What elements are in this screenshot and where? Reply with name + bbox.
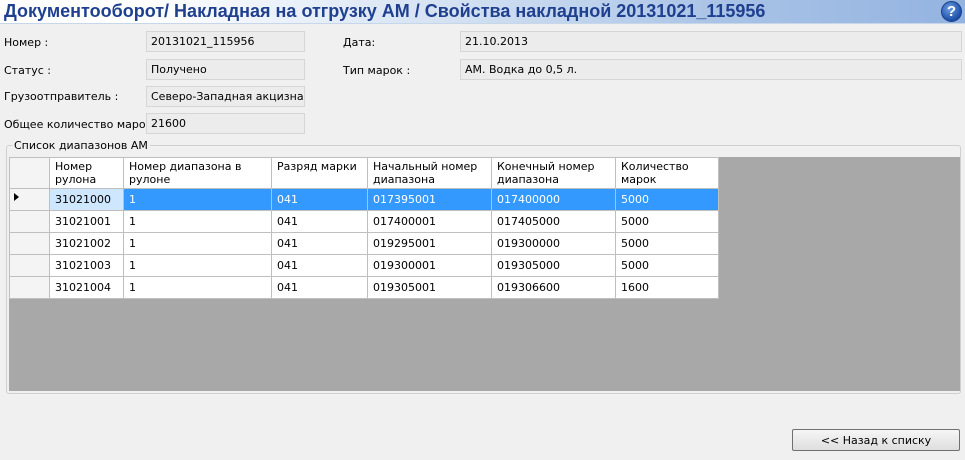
total-stamps-field: 21600 bbox=[146, 113, 305, 134]
column-header-end-number[interactable]: Конечный номер диапазона bbox=[491, 157, 616, 189]
cell-start-number[interactable]: 017395001 bbox=[367, 188, 492, 211]
row-header-corner bbox=[9, 157, 50, 189]
cell-stamp-count[interactable]: 1600 bbox=[615, 276, 719, 299]
cell-range-in-roll[interactable]: 1 bbox=[123, 276, 272, 299]
table-row[interactable]: 31021000 1 041 017395001 017400000 5000 bbox=[9, 188, 719, 211]
cell-range-in-roll[interactable]: 1 bbox=[123, 210, 272, 233]
cell-start-number[interactable]: 019295001 bbox=[367, 232, 492, 255]
number-field: 20131021_115956 bbox=[146, 31, 305, 52]
cell-roll-number[interactable]: 31021002 bbox=[49, 232, 124, 255]
ranges-group-caption: Список диапазонов АМ bbox=[12, 139, 150, 152]
stamp-type-field: АМ. Водка до 0,5 л. bbox=[460, 59, 962, 80]
stamp-type-label: Тип марок : bbox=[343, 64, 411, 77]
cell-stamp-count[interactable]: 5000 bbox=[615, 210, 719, 233]
row-selector[interactable] bbox=[9, 232, 50, 255]
cell-roll-number[interactable]: 31021001 bbox=[49, 210, 124, 233]
cell-range-in-roll[interactable]: 1 bbox=[123, 188, 272, 211]
cell-start-number[interactable]: 019300001 bbox=[367, 254, 492, 277]
cell-end-number[interactable]: 019305000 bbox=[491, 254, 616, 277]
shipper-field: Северо-Западная акцизная та bbox=[146, 86, 305, 107]
column-header-stamp-digit[interactable]: Разряд марки bbox=[271, 157, 368, 189]
current-row-arrow-icon bbox=[14, 193, 19, 201]
cell-roll-number[interactable]: 31021000 bbox=[49, 188, 124, 211]
row-selector[interactable] bbox=[9, 210, 50, 233]
row-selector[interactable] bbox=[9, 254, 50, 277]
cell-stamp-count[interactable]: 5000 bbox=[615, 188, 719, 211]
page-title: Документооборот/ Накладная на отгрузку А… bbox=[4, 1, 766, 21]
column-header-start-number[interactable]: Начальный номер диапазона bbox=[367, 157, 492, 189]
cell-start-number[interactable]: 017400001 bbox=[367, 210, 492, 233]
date-label: Дата: bbox=[343, 36, 376, 49]
cell-stamp-digit[interactable]: 041 bbox=[271, 210, 368, 233]
date-field: 21.10.2013 bbox=[460, 31, 962, 52]
column-header-range-in-roll[interactable]: Номер диапазона в рулоне bbox=[123, 157, 272, 189]
shipper-label: Грузоотправитель : bbox=[4, 90, 119, 103]
table-row[interactable]: 31021004 1 041 019305001 019306600 1600 bbox=[9, 276, 719, 299]
cell-end-number[interactable]: 019306600 bbox=[491, 276, 616, 299]
cell-stamp-digit[interactable]: 041 bbox=[271, 232, 368, 255]
row-selector[interactable] bbox=[9, 276, 50, 299]
table-row[interactable]: 31021002 1 041 019295001 019300000 5000 bbox=[9, 232, 719, 255]
row-selector[interactable] bbox=[9, 188, 50, 211]
title-bar: Документооборот/ Накладная на отгрузку А… bbox=[0, 0, 965, 24]
table-row[interactable]: 31021001 1 041 017400001 017405000 5000 bbox=[9, 210, 719, 233]
cell-roll-number[interactable]: 31021004 bbox=[49, 276, 124, 299]
cell-end-number[interactable]: 017400000 bbox=[491, 188, 616, 211]
cell-stamp-count[interactable]: 5000 bbox=[615, 254, 719, 277]
cell-stamp-count[interactable]: 5000 bbox=[615, 232, 719, 255]
cell-roll-number[interactable]: 31021003 bbox=[49, 254, 124, 277]
cell-range-in-roll[interactable]: 1 bbox=[123, 254, 272, 277]
ranges-table: Номер рулона Номер диапазона в рулоне Ра… bbox=[9, 157, 719, 299]
table-row[interactable]: 31021003 1 041 019300001 019305000 5000 bbox=[9, 254, 719, 277]
column-header-roll-number[interactable]: Номер рулона bbox=[49, 157, 124, 189]
cell-end-number[interactable]: 017405000 bbox=[491, 210, 616, 233]
help-icon[interactable]: ? bbox=[941, 1, 962, 22]
number-label: Номер : bbox=[4, 36, 49, 49]
cell-range-in-roll[interactable]: 1 bbox=[123, 232, 272, 255]
column-header-stamp-count[interactable]: Количество марок bbox=[615, 157, 719, 189]
cell-end-number[interactable]: 019300000 bbox=[491, 232, 616, 255]
status-label: Статус : bbox=[4, 64, 51, 77]
status-field: Получено bbox=[146, 59, 305, 80]
cell-stamp-digit[interactable]: 041 bbox=[271, 188, 368, 211]
total-stamps-label: Общее количество марок : bbox=[4, 118, 160, 131]
cell-stamp-digit[interactable]: 041 bbox=[271, 276, 368, 299]
back-to-list-button[interactable]: << Назад к списку bbox=[792, 429, 960, 451]
cell-start-number[interactable]: 019305001 bbox=[367, 276, 492, 299]
table-header-row: Номер рулона Номер диапазона в рулоне Ра… bbox=[9, 157, 719, 189]
cell-stamp-digit[interactable]: 041 bbox=[271, 254, 368, 277]
